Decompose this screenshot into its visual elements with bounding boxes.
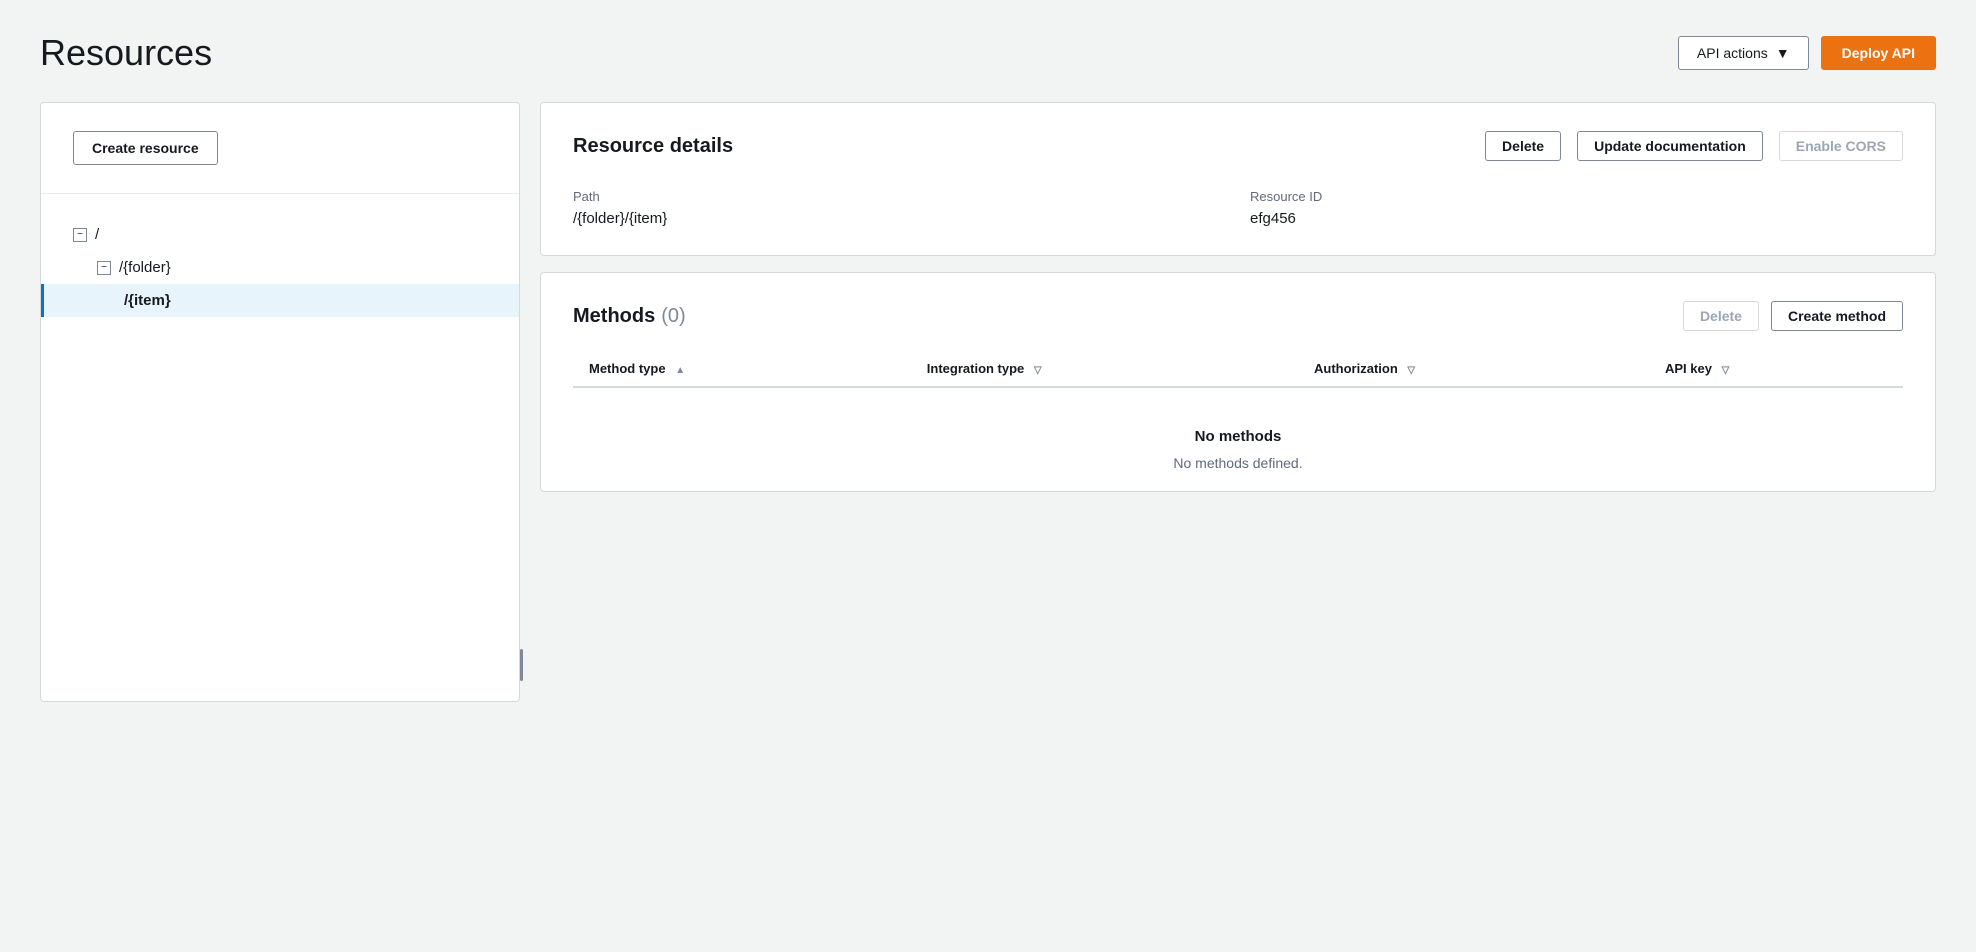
integration-type-sort-icon: ▽ [1034,365,1042,376]
method-type-sort-asc-icon: ▲ [675,365,685,376]
methods-card: Methods (0) Delete Create method Method … [540,272,1936,492]
tree-item-folder[interactable]: − /{folder} [41,251,519,284]
tree-item-root[interactable]: − / [41,218,519,251]
api-key-sort-icon: ▽ [1722,365,1730,376]
path-value: /{folder}/{item} [573,210,667,227]
resource-id-field: Resource ID efg456 [1250,189,1903,227]
tree-item-item-label: /{item} [124,292,171,309]
api-key-label: API key [1665,361,1712,376]
resize-handle-bar [520,649,523,681]
methods-table: Method type ▲ Integration type ▽ Authori… [573,351,1903,388]
authorization-label: Authorization [1314,361,1398,376]
right-panel: Resource details Delete Update documenta… [540,102,1936,492]
methods-table-header-row: Method type ▲ Integration type ▽ Authori… [573,351,1903,387]
create-resource-section: Create resource [41,103,519,194]
path-label: Path [573,189,1226,204]
resource-tree: − / − /{folder} /{item} [41,194,519,341]
create-resource-button[interactable]: Create resource [73,131,218,165]
left-panel: Create resource − / − /{folder} /{item} [40,102,520,702]
enable-cors-button: Enable CORS [1779,131,1903,161]
tree-item-root-label: / [95,226,99,243]
tree-item-folder-label: /{folder} [119,259,171,276]
resource-details-grid: Path /{folder}/{item} Resource ID efg456 [573,189,1903,227]
page-title: Resources [40,32,212,74]
collapse-root-icon: − [73,228,87,242]
methods-actions: Delete Create method [1683,301,1903,331]
methods-empty-state: No methods No methods defined. [573,388,1903,491]
authorization-column[interactable]: Authorization ▽ [1298,351,1649,387]
chevron-down-icon: ▼ [1776,45,1790,61]
deploy-api-button[interactable]: Deploy API [1821,36,1936,70]
method-type-label: Method type [589,361,666,376]
api-key-column[interactable]: API key ▽ [1649,351,1903,387]
no-methods-description: No methods defined. [573,455,1903,471]
create-method-button[interactable]: Create method [1771,301,1903,331]
resource-id-label: Resource ID [1250,189,1903,204]
methods-count: (0) [661,305,685,328]
header-actions: API actions ▼ Deploy API [1678,36,1936,70]
update-documentation-button[interactable]: Update documentation [1577,131,1763,161]
main-content: Create resource − / − /{folder} /{item} [40,102,1936,702]
no-methods-title: No methods [573,428,1903,445]
method-type-column[interactable]: Method type ▲ [573,351,911,387]
authorization-sort-icon: ▽ [1407,365,1415,376]
resource-details-header: Resource details Delete Update documenta… [573,131,1903,161]
api-actions-label: API actions [1697,45,1768,61]
resource-details-title: Resource details [573,135,733,158]
resize-handle[interactable] [517,103,525,701]
api-actions-button[interactable]: API actions ▼ [1678,36,1809,70]
resource-details-card: Resource details Delete Update documenta… [540,102,1936,256]
methods-title: Methods [573,305,655,328]
resource-delete-button[interactable]: Delete [1485,131,1561,161]
methods-delete-button: Delete [1683,301,1759,331]
tree-item-item[interactable]: /{item} [41,284,519,317]
collapse-folder-icon: − [97,261,111,275]
integration-type-label: Integration type [927,361,1025,376]
methods-header: Methods (0) Delete Create method [573,301,1903,331]
integration-type-column[interactable]: Integration type ▽ [911,351,1298,387]
resource-id-value: efg456 [1250,210,1296,227]
path-field: Path /{folder}/{item} [573,189,1226,227]
